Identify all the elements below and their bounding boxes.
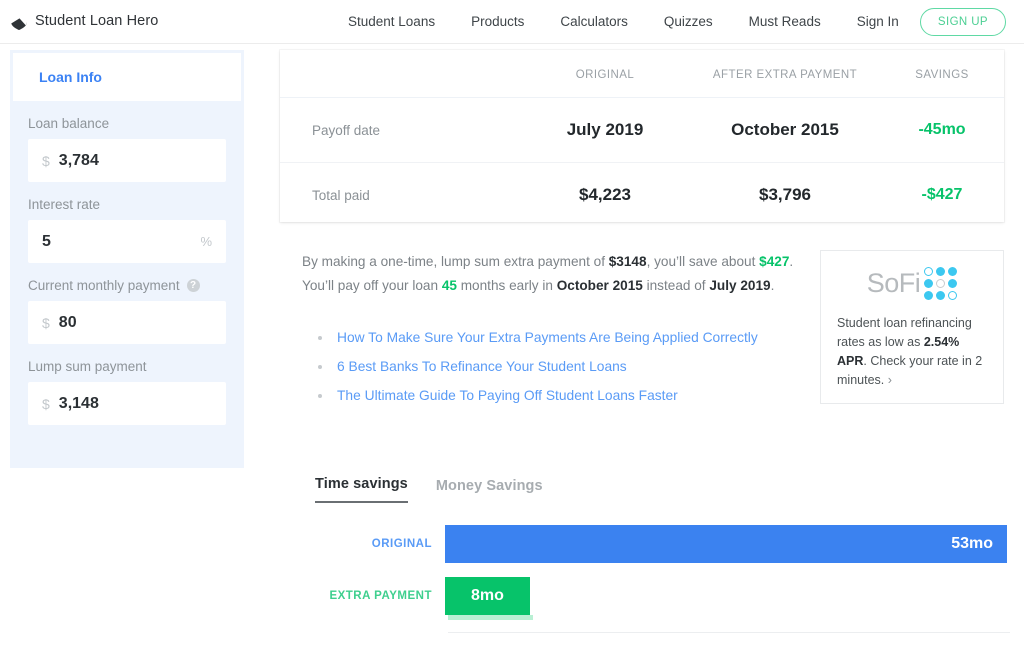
- help-icon[interactable]: ?: [186, 279, 200, 292]
- dollar-prefix-icon: $: [42, 395, 50, 412]
- sidebar-tabbar: Loan Info: [10, 50, 244, 101]
- column-header-after-extra-payment: AFTER EXTRA PAYMENT: [690, 50, 880, 98]
- field-loan-balance[interactable]: $: [28, 139, 226, 182]
- lump-sum-payment-input[interactable]: [58, 394, 212, 413]
- label-lump-sum-payment: Lump sum payment: [28, 359, 226, 374]
- top-navigation-bar: Student Loan Hero Student Loans Products…: [0, 0, 1024, 44]
- loan-balance-input[interactable]: [58, 151, 212, 170]
- field-interest-rate[interactable]: %: [28, 220, 226, 263]
- summary-text-2: , you’ll save about: [646, 254, 760, 269]
- tab-money-savings[interactable]: Money Savings: [436, 478, 543, 503]
- chevron-right-icon[interactable]: ›: [888, 373, 892, 387]
- nav-link-sign-in[interactable]: Sign In: [839, 0, 917, 44]
- chart-row-original: ORIGINAL 53mo: [300, 525, 1010, 563]
- shield-icon: [11, 11, 27, 30]
- main-nav-links: Student Loans Products Calculators Quizz…: [330, 0, 917, 44]
- nav-link-student-loans[interactable]: Student Loans: [330, 0, 453, 44]
- chart-bar-shadow: [448, 615, 533, 620]
- chart-bar-original-label: 53mo: [951, 535, 993, 552]
- total-paid-savings: -$427: [921, 186, 963, 203]
- tab-time-savings[interactable]: Time savings: [315, 476, 408, 503]
- row-label-payoff-date: Payoff date: [280, 97, 520, 163]
- table-row: Payoff date July 2019 October 2015 -45mo: [280, 97, 1004, 163]
- results-table: ORIGINAL AFTER EXTRA PAYMENT SAVINGS Pay…: [280, 50, 1004, 227]
- summary-savings: $427: [759, 254, 790, 269]
- time-savings-bar-chart: ORIGINAL 53mo EXTRA PAYMENT 8mo: [300, 520, 1010, 640]
- table-row: Total paid $4,223 $3,796 -$427: [280, 163, 1004, 228]
- nav-link-quizzes[interactable]: Quizzes: [646, 0, 731, 44]
- list-item: 6 Best Banks To Refinance Your Student L…: [315, 359, 815, 375]
- label-lump-sum-payment-text: Lump sum payment: [28, 359, 147, 374]
- column-header-savings: SAVINGS: [880, 50, 1004, 98]
- chart-tab-bar: Time savings Money Savings: [315, 476, 543, 503]
- field-lump-sum-payment[interactable]: $: [28, 382, 226, 425]
- chart-axis-line: [448, 632, 1010, 633]
- payoff-date-after: October 2015: [690, 97, 880, 163]
- brand-logo[interactable]: Student Loan Hero: [10, 10, 158, 31]
- chart-row-extra-payment: EXTRA PAYMENT 8mo: [300, 577, 1010, 615]
- column-header-blank: [280, 50, 520, 98]
- payoff-date-original: July 2019: [520, 97, 690, 163]
- results-table-card: ORIGINAL AFTER EXTRA PAYMENT SAVINGS Pay…: [280, 50, 1004, 222]
- label-loan-balance: Loan balance: [28, 116, 226, 131]
- payoff-date-savings: -45mo: [880, 97, 1004, 163]
- article-link-3[interactable]: The Ultimate Guide To Paying Off Student…: [337, 388, 678, 403]
- summary-text-5: instead of: [642, 278, 710, 293]
- related-article-links: How To Make Sure Your Extra Payments Are…: [315, 330, 815, 417]
- percent-suffix-icon: %: [200, 234, 212, 249]
- total-paid-after: $3,796: [759, 185, 811, 204]
- loan-info-sidebar: Loan Info Loan balance $ Interest rate %…: [10, 50, 244, 468]
- sofi-ad-text: Student loan refinancing rates as low as…: [821, 300, 1003, 390]
- chart-category-original: ORIGINAL: [371, 538, 432, 550]
- list-item: How To Make Sure Your Extra Payments Are…: [315, 330, 815, 346]
- summary-paragraph: By making a one-time, lump sum extra pay…: [302, 250, 797, 298]
- article-link-1[interactable]: How To Make Sure Your Extra Payments Are…: [337, 330, 758, 345]
- summary-text-6: .: [770, 278, 775, 293]
- chart-bar-extra-payment-label: 8mo: [470, 587, 504, 604]
- summary-old-date: July 2019: [709, 278, 771, 293]
- nav-link-must-reads[interactable]: Must Reads: [731, 0, 839, 44]
- nav-link-products[interactable]: Products: [453, 0, 542, 44]
- label-current-monthly-payment-text: Current monthly payment: [28, 278, 180, 293]
- label-current-monthly-payment: Current monthly payment ?: [28, 278, 226, 293]
- interest-rate-input[interactable]: [42, 232, 212, 251]
- dollar-prefix-icon: $: [42, 152, 50, 169]
- total-paid-original: $4,223: [579, 185, 631, 204]
- summary-lump-sum: $3148: [608, 254, 647, 269]
- summary-new-date: October 2015: [556, 278, 643, 293]
- brand-name: Student Loan Hero: [35, 12, 159, 29]
- table-header-row: ORIGINAL AFTER EXTRA PAYMENT SAVINGS: [280, 50, 1004, 98]
- chart-bar-extra-payment: 8mo: [445, 577, 530, 615]
- summary-months: 45: [441, 278, 457, 293]
- current-monthly-payment-input[interactable]: [58, 313, 212, 332]
- field-current-monthly-payment[interactable]: $: [28, 301, 226, 344]
- summary-text-1: By making a one-time, lump sum extra pay…: [302, 254, 609, 269]
- article-link-2[interactable]: 6 Best Banks To Refinance Your Student L…: [337, 359, 627, 374]
- row-label-total-paid: Total paid: [312, 187, 370, 203]
- label-loan-balance-text: Loan balance: [28, 116, 110, 131]
- label-interest-rate-text: Interest rate: [28, 197, 101, 212]
- summary-text-4: months early in: [456, 278, 557, 293]
- chart-bar-original: 53mo: [445, 525, 1007, 563]
- dollar-prefix-icon: $: [42, 314, 50, 331]
- sofi-logo: SoFi: [821, 267, 1003, 300]
- sofi-ad-card[interactable]: SoFi Student loan refinancing rates as l…: [820, 250, 1004, 404]
- sofi-logo-text: SoFi: [866, 268, 921, 298]
- loan-fields: Loan balance $ Interest rate % Current m…: [10, 116, 244, 425]
- list-item: The Ultimate Guide To Paying Off Student…: [315, 388, 815, 404]
- sofi-dots-icon: [924, 267, 958, 300]
- sign-up-button[interactable]: SIGN UP: [919, 8, 1006, 36]
- tab-loan-info[interactable]: Loan Info: [13, 53, 241, 101]
- chart-category-extra-payment: EXTRA PAYMENT: [329, 590, 432, 602]
- nav-link-calculators[interactable]: Calculators: [542, 0, 646, 44]
- column-header-original: ORIGINAL: [520, 50, 690, 98]
- label-interest-rate: Interest rate: [28, 197, 226, 212]
